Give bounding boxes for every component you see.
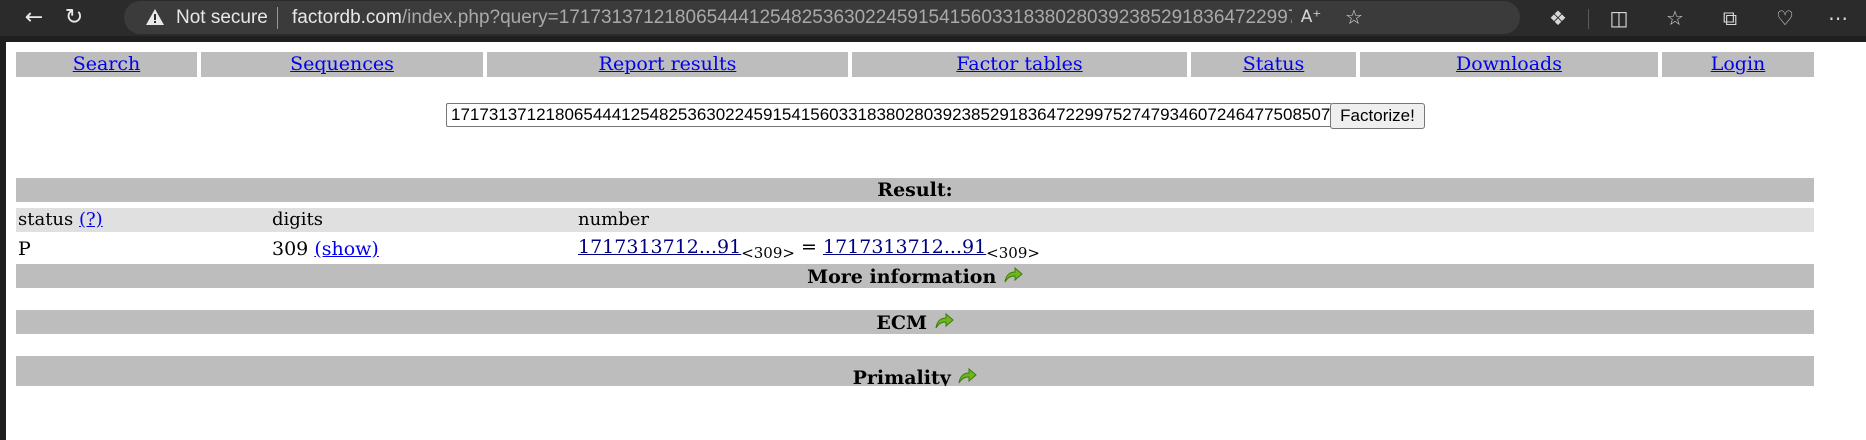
browser-toolbar: ← ↻ Not secure factordb.com/index.php?qu… <box>0 0 1866 36</box>
factor-digit-count: <309> <box>986 244 1040 262</box>
split-screen-icon[interactable]: ◫ <box>1604 4 1634 32</box>
browser-essentials-icon[interactable]: ♡ <box>1770 4 1800 32</box>
collections-icon[interactable]: ⧉ <box>1715 4 1745 32</box>
page-content: Search Sequences Report results Factor t… <box>6 42 1866 440</box>
show-digits-link[interactable]: (show) <box>314 238 379 260</box>
nav-downloads: Downloads <box>1360 52 1658 77</box>
refresh-icon[interactable]: ↻ <box>58 4 90 32</box>
nav-link-sequences[interactable]: Sequences <box>290 53 394 75</box>
result-status: P <box>18 238 31 260</box>
digits-header: digits <box>272 209 324 230</box>
factorize-button[interactable]: Factorize! <box>1330 103 1425 129</box>
expand-arrow-icon[interactable] <box>957 366 978 386</box>
url-host: factordb.com <box>292 7 402 28</box>
more-information-header: More information <box>16 264 1814 288</box>
status-help-link[interactable]: (?) <box>79 209 103 230</box>
nav-link-report-results[interactable]: Report results <box>599 53 737 75</box>
security-label[interactable]: Not secure <box>176 7 268 29</box>
address-separator <box>277 7 278 29</box>
nav-link-login[interactable]: Login <box>1711 53 1766 75</box>
url-text[interactable]: factordb.com/index.php?query=17173137121… <box>292 7 1292 29</box>
favorites-icon[interactable]: ☆ <box>1660 4 1690 32</box>
favorite-star-icon[interactable]: ☆ <box>1339 3 1369 31</box>
query-input[interactable]: 1717313712180654441254825363022459154156… <box>446 103 1332 127</box>
number-link[interactable]: 1717313712...91 <box>578 236 741 258</box>
result-digits-cell: 309 (show) <box>272 237 379 261</box>
number-header: number <box>578 209 650 230</box>
more-information-title: More information <box>807 266 997 288</box>
ecm-header: ECM <box>16 310 1814 334</box>
more-menu-icon[interactable]: ⋯ <box>1823 4 1853 32</box>
nav-link-status[interactable]: Status <box>1243 53 1305 75</box>
status-header: status (?) <box>18 209 103 230</box>
number-digit-count: <309> <box>741 244 795 262</box>
nav-link-search[interactable]: Search <box>73 53 141 75</box>
nav-link-downloads[interactable]: Downloads <box>1456 53 1562 75</box>
equals-sign: = <box>801 236 817 258</box>
factor-link[interactable]: 1717313712...91 <box>823 236 986 258</box>
nav-link-factor-tables[interactable]: Factor tables <box>956 53 1082 75</box>
ecm-title: ECM <box>876 312 927 334</box>
warning-icon <box>146 9 164 25</box>
primality-header: Primality <box>16 356 1814 386</box>
extensions-icon[interactable]: ❖ <box>1543 4 1573 32</box>
result-digits: 309 <box>272 238 309 260</box>
nav-search: Search <box>16 52 197 77</box>
primality-title: Primality <box>852 367 951 386</box>
nav-login: Login <box>1662 52 1814 77</box>
result-header: Result: <box>16 178 1814 202</box>
back-icon[interactable]: ← <box>18 4 50 32</box>
expand-arrow-icon[interactable] <box>934 311 954 331</box>
read-aloud-icon[interactable]: A⁺ <box>1296 3 1326 31</box>
address-bar[interactable]: Not secure factordb.com/index.php?query=… <box>124 1 1520 34</box>
expand-arrow-icon[interactable] <box>1003 265 1023 285</box>
nav-factor-tables: Factor tables <box>852 52 1187 77</box>
url-path: /index.php?query=17173137121806544412548… <box>401 7 1292 28</box>
result-number-cell: 1717313712...91<309> = 1717313712...91<3… <box>578 235 1040 265</box>
toolbar-separator <box>1588 9 1589 29</box>
nav-status: Status <box>1191 52 1356 77</box>
result-column-headers: status (?) digits number <box>16 208 1814 232</box>
nav-report-results: Report results <box>487 52 848 77</box>
nav-sequences: Sequences <box>201 52 483 77</box>
